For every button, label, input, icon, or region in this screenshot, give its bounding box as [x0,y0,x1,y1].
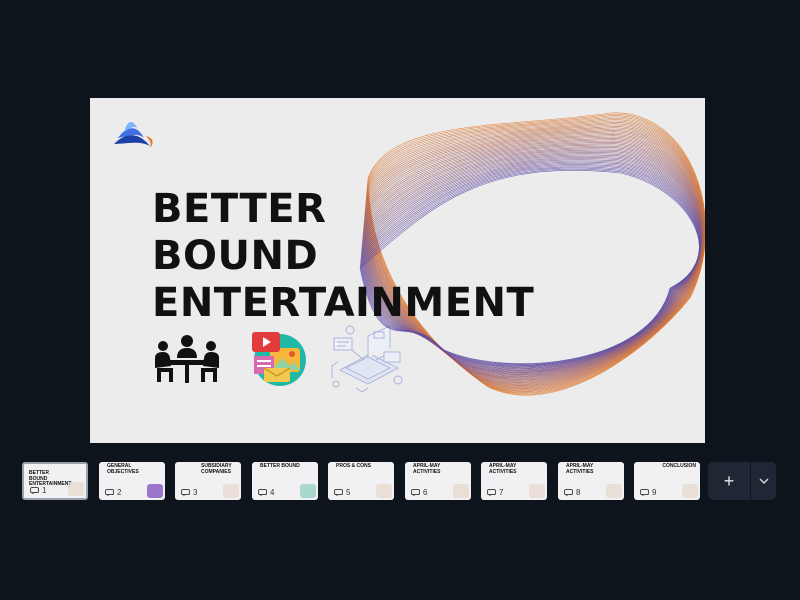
thumbnail-title: SUBSIDIARY COMPANIES [201,463,232,475]
thumbnail-preview-graphic [223,484,239,498]
thumbnail-number: 9 [652,488,657,497]
thumbnail-number: 5 [346,488,351,497]
thumbnail-number: 8 [576,488,581,497]
thumbnail-meta: 7 [487,488,503,497]
thumbnail-title: PROS & CONS [336,463,372,469]
comment-icon [640,488,649,496]
thumbnail-meta: 3 [181,488,197,497]
slide-thumbnail[interactable]: BETTER BOUND ENTERTAINMENT 1 [22,462,88,500]
slide-thumbnail[interactable]: APRIL-MAY ACTIVITIES 6 [405,462,471,500]
thumbnail-meta: 8 [564,488,580,497]
add-slide-button[interactable]: + [708,462,750,500]
slide-thumbnail[interactable]: PROS & CONS 5 [328,462,394,500]
slide-thumbnail[interactable]: APRIL-MAY ACTIVITIES 7 [481,462,547,500]
slide-canvas[interactable]: BETTER BOUND ENTERTAINMENT [90,98,705,443]
comment-icon [30,486,39,494]
thumbnail-meta: 4 [258,488,274,497]
thumbnail-title: GENERAL OBJECTIVES [107,463,139,475]
thumbnail-number: 4 [270,488,275,497]
comment-icon [411,488,420,496]
thumbnail-title: CONCLUSION [662,463,696,469]
chevron-down-icon [759,478,768,484]
slide-thumbnail[interactable]: CONCLUSION 9 [634,462,700,500]
thumbnail-meta: 9 [640,488,656,497]
thumbnail-preview-graphic [147,484,163,498]
comment-icon [105,488,114,496]
thumbnail-title: APRIL-MAY ACTIVITIES [566,463,594,475]
comment-icon [181,488,190,496]
thumbnail-preview-graphic [529,484,545,498]
slide-thumbnail[interactable]: SUBSIDIARY COMPANIES 3 [175,462,241,500]
thumbnail-meta: 5 [334,488,350,497]
add-slide-label: + [723,470,735,491]
thumbnail-number: 1 [42,486,47,495]
comment-icon [334,488,343,496]
thumbnail-title: APRIL-MAY ACTIVITIES [413,463,441,475]
thumbnail-title: APRIL-MAY ACTIVITIES [489,463,517,475]
slide-title: BETTER BOUND ENTERTAINMENT [152,186,534,327]
thumbnail-preview-graphic [376,484,392,498]
thumbnail-number: 2 [117,488,122,497]
comment-icon [258,488,267,496]
title-line-2: BOUND [152,233,319,279]
more-options-button[interactable] [751,462,776,500]
slide-thumbnail[interactable]: APRIL-MAY ACTIVITIES 8 [558,462,624,500]
slide-thumbnail-strip: BETTER BOUND ENTERTAINMENT 1 GENERAL OBJEC… [22,462,782,500]
thumbnail-number: 7 [499,488,504,497]
thumbnail-title: BETTER BOUND [260,463,300,469]
comment-icon [564,488,573,496]
thumbnail-number: 6 [423,488,428,497]
thumbnail-meta: 1 [30,486,46,495]
thumbnail-preview-graphic [682,484,698,498]
title-line-3: ENTERTAINMENT [152,280,535,326]
title-line-1: BETTER [152,186,327,232]
thumbnail-preview-graphic [606,484,622,498]
thumbnail-number: 3 [193,488,198,497]
thumbnail-meta: 6 [411,488,427,497]
slide-thumbnail[interactable]: GENERAL OBJECTIVES 2 [99,462,165,500]
comment-icon [487,488,496,496]
thumbnail-preview-graphic [68,482,84,496]
thumbnail-meta: 2 [105,488,121,497]
thumbnail-preview-graphic [300,484,316,498]
thumbnail-preview-graphic [453,484,469,498]
slide-thumbnail[interactable]: BETTER BOUND 4 [252,462,318,500]
